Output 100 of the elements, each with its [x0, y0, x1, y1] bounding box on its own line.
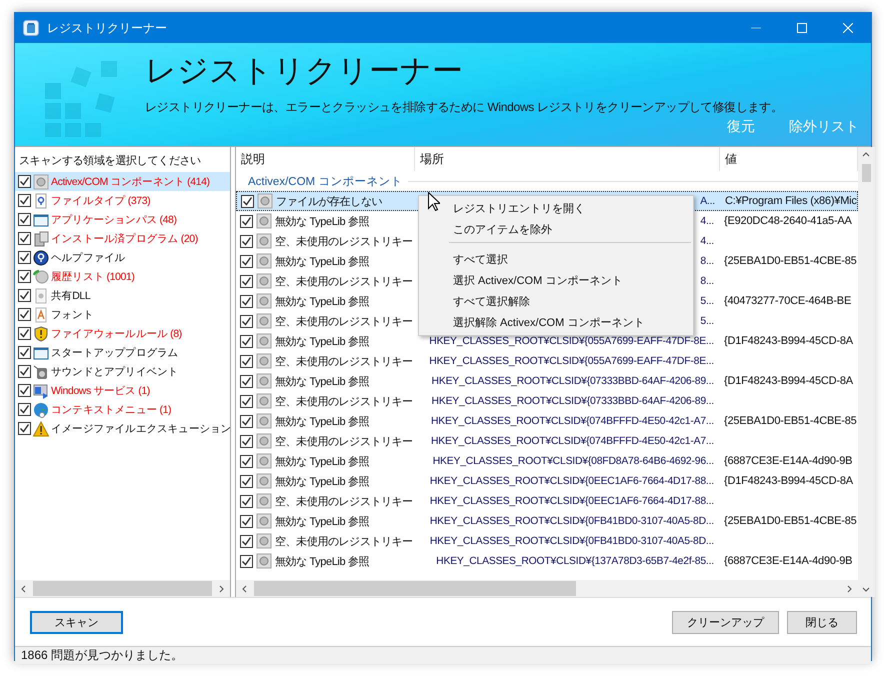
checkbox[interactable]	[240, 534, 253, 548]
location-cell: HKEY_CLASSES_ROOT¥CLSID¥{055A7699-EAFF-47DF-8E...	[429, 356, 714, 366]
location-cell: A...	[700, 196, 715, 206]
description-cell-text: 空、未使用のレジストリキー	[275, 234, 413, 248]
checkbox[interactable]	[18, 194, 31, 207]
result-row-start[interactable]: 空、未使用のレジストリキー	[236, 431, 415, 451]
scrollbar-thumb[interactable]	[862, 164, 871, 182]
description-cell-text: 空、未使用のレジストリキー	[275, 494, 413, 508]
checkbox[interactable]	[18, 270, 31, 283]
menu-item[interactable]: すべて選択解除	[419, 291, 693, 312]
scan-area-item[interactable]: アプリケーションパス (48)	[15, 210, 230, 229]
description-cell-text: 無効な TypeLib 参照	[275, 334, 370, 348]
result-row-start[interactable]: 無効な TypeLib 参照	[236, 411, 415, 431]
checkbox[interactable]	[240, 414, 253, 428]
checkbox[interactable]	[240, 274, 253, 288]
result-row-start[interactable]: 無効な TypeLib 参照	[236, 511, 415, 531]
vertical-scrollbar[interactable]	[858, 147, 875, 597]
result-row-start[interactable]: 無効な TypeLib 参照	[236, 551, 415, 571]
checkbox[interactable]	[240, 454, 253, 468]
result-row-start[interactable]: 空、未使用のレジストリキー	[236, 311, 415, 331]
scan-area-item[interactable]: フォント	[15, 305, 230, 324]
checkbox[interactable]	[240, 434, 253, 448]
location-cell: HKEY_CLASSES_ROOT¥CLSID¥{0FB41BD0-3107-40A5-8D...	[430, 536, 714, 546]
result-row-start[interactable]: 無効な TypeLib 参照	[236, 291, 415, 311]
column-header[interactable]: 説明	[236, 147, 415, 171]
result-row-start[interactable]: 無効な TypeLib 参照	[236, 451, 415, 471]
horizontal-scrollbar[interactable]	[236, 580, 858, 597]
value-cell: C:¥Program Files (x86)¥Mic	[725, 195, 857, 207]
checkbox[interactable]	[18, 213, 31, 226]
checkbox[interactable]	[18, 308, 31, 321]
scan-area-item[interactable]: 履歴リスト (1001)	[15, 267, 230, 286]
globe-icon	[33, 402, 49, 418]
result-row-start[interactable]: 空、未使用のレジストリキー	[236, 391, 415, 411]
checkbox[interactable]	[240, 554, 253, 568]
checkbox[interactable]	[18, 175, 31, 188]
result-row-start[interactable]: 無効な TypeLib 参照	[236, 331, 415, 351]
checkbox[interactable]	[240, 394, 253, 408]
checkbox[interactable]	[240, 254, 253, 268]
value-cell: {6887CE3E-E14A-4d90-9B	[724, 555, 852, 567]
menu-item[interactable]: このアイテムを除外	[419, 219, 693, 240]
column-header[interactable]: 場所	[415, 147, 720, 171]
checkbox[interactable]	[240, 494, 253, 508]
checkbox[interactable]	[18, 346, 31, 359]
checkbox[interactable]	[18, 403, 31, 416]
result-row-start[interactable]: 無効な TypeLib 参照	[236, 471, 415, 491]
checkbox[interactable]	[240, 334, 253, 348]
checkbox[interactable]	[240, 514, 253, 528]
scan-area-item[interactable]: ファイアウォールルール (8)	[15, 324, 230, 343]
checkbox[interactable]	[240, 354, 253, 368]
result-row-start[interactable]: 空、未使用のレジストリキー	[236, 271, 415, 291]
checkbox[interactable]	[18, 327, 31, 340]
menu-item[interactable]: すべて選択	[419, 249, 693, 270]
menu-item[interactable]: 選択解除 Activex/COM コンポーネント	[419, 312, 693, 333]
menu-item[interactable]: レジストリエントリを開く	[419, 198, 693, 219]
horizontal-scrollbar[interactable]	[15, 580, 230, 597]
result-row-start[interactable]: 無効な TypeLib 参照	[236, 371, 415, 391]
location-cell: HKEY_CLASSES_ROOT¥CLSID¥{07333BBD-64AF-4206-89...	[432, 396, 714, 406]
result-row-start[interactable]: ファイルが存在しない	[237, 192, 416, 210]
checkbox[interactable]	[240, 314, 253, 328]
checkbox[interactable]	[18, 422, 31, 435]
scan-area-item[interactable]: インストール済プログラム (20)	[15, 229, 230, 248]
checkbox[interactable]	[18, 251, 31, 264]
scan-area-item[interactable]: スタートアッププログラム	[15, 343, 230, 362]
scan-area-item[interactable]: 共有DLL	[15, 286, 230, 305]
checkbox[interactable]	[241, 194, 254, 208]
location-cell: 4...	[700, 216, 714, 226]
checkbox[interactable]	[18, 289, 31, 302]
location-cell: HKEY_CLASSES_ROOT¥CLSID¥{08FD8A78-64B6-4692-96...	[432, 456, 714, 466]
checkbox[interactable]	[18, 365, 31, 378]
close-dialog-button[interactable]: 閉じる	[787, 610, 857, 634]
result-row-start[interactable]: 空、未使用のレジストリキー	[236, 491, 415, 511]
result-row-start[interactable]: 空、未使用のレジストリキー	[236, 531, 415, 551]
scan-area-label: スタートアッププログラム	[51, 346, 178, 360]
scan-button[interactable]: スキャン	[30, 610, 123, 634]
scan-area-item[interactable]: サウンドとアプリイベント	[15, 362, 230, 381]
scan-area-item[interactable]: ファイルタイプ (373)	[15, 191, 230, 210]
checkbox[interactable]	[240, 374, 253, 388]
scan-area-item[interactable]: ヘルプファイル	[15, 248, 230, 267]
scan-area-item[interactable]: Windows サービス (1)	[15, 381, 230, 400]
checkbox[interactable]	[240, 214, 253, 228]
checkbox[interactable]	[240, 294, 253, 308]
checkbox[interactable]	[240, 234, 253, 248]
menu-item[interactable]: 選択 Activex/COM コンポーネント	[419, 270, 693, 291]
result-row-start[interactable]: 無効な TypeLib 参照	[236, 211, 415, 231]
result-row-start[interactable]: 空、未使用のレジストリキー	[236, 351, 415, 371]
scan-area-item[interactable]: コンテキストメニュー (1)	[15, 400, 230, 419]
status-text: 1866 問題が見つかりました。	[21, 647, 184, 664]
help-icon	[33, 250, 49, 266]
checkbox[interactable]	[18, 384, 31, 397]
scan-area-item[interactable]: イメージファイルエクスキューション	[15, 419, 230, 438]
maximize-icon[interactable]	[797, 23, 807, 33]
checkbox[interactable]	[18, 232, 31, 245]
cleanup-button[interactable]: クリーンアップ	[672, 610, 779, 634]
close-icon[interactable]	[843, 23, 853, 33]
description-cell-text: 空、未使用のレジストリキー	[275, 434, 413, 448]
checkbox[interactable]	[240, 474, 253, 488]
description-cell-text: 空、未使用のレジストリキー	[275, 314, 413, 328]
result-row-start[interactable]: 無効な TypeLib 参照	[236, 251, 415, 271]
result-row-start[interactable]: 空、未使用のレジストリキー	[236, 231, 415, 251]
description-cell-text: 無効な TypeLib 参照	[275, 374, 370, 388]
